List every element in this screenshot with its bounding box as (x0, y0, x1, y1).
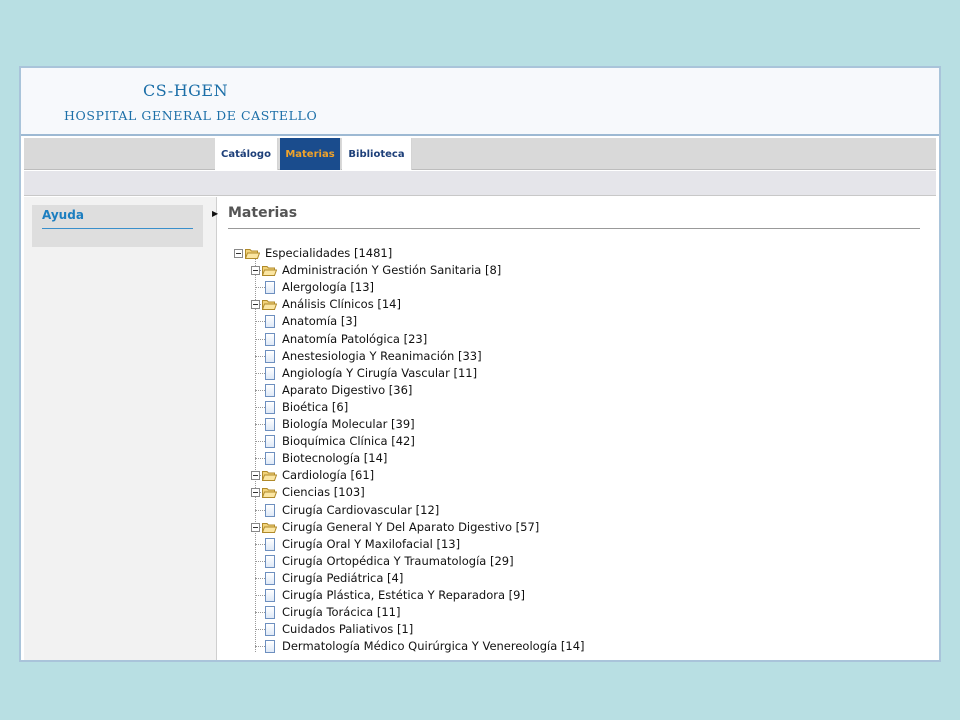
tree-item-label: Aparato Digestivo [36] (282, 382, 413, 397)
tree-item-label: Administración Y Gestión Sanitaria [8] (282, 263, 502, 278)
tree-item-label: Análisis Clínicos [14] (282, 297, 401, 312)
tree-line (255, 355, 265, 357)
help-divider (42, 228, 193, 229)
collapse-icon[interactable] (251, 488, 260, 498)
collapse-icon[interactable] (251, 471, 260, 481)
sidebar: Ayuda (24, 197, 217, 660)
tree-item-label: Bioética [6] (282, 399, 349, 414)
document-icon (265, 366, 275, 380)
tree-line (255, 424, 265, 425)
document-icon (265, 435, 275, 449)
tree-item-label: Cardiología [61] (282, 468, 375, 483)
document-icon (265, 418, 275, 431)
tree-line (255, 543, 265, 545)
tree-item-label: Angiología Y Cirugía Vascular [11] (282, 365, 478, 380)
tab-biblioteca[interactable]: Biblioteca (342, 138, 412, 170)
collapse-icon[interactable] (251, 266, 260, 276)
collapse-icon[interactable] (251, 300, 260, 310)
tree-line (255, 458, 265, 460)
tree-line (255, 259, 256, 653)
collapse-icon[interactable] (234, 249, 243, 258)
collapse-icon[interactable] (251, 522, 260, 532)
tree-item-label: Cirugía Torácica [11] (282, 605, 401, 620)
document-icon (265, 315, 275, 329)
tree-item-label: Anatomía [3] (282, 314, 358, 329)
tab-bar: Catálogo Materias Biblioteca (24, 138, 936, 170)
document-icon (265, 281, 275, 295)
site-header: CS-HGEN HOSPITAL GENERAL DE CASTELLO (21, 68, 939, 136)
document-icon (265, 537, 275, 551)
folder-open-icon (245, 249, 260, 259)
title-divider (228, 228, 920, 229)
document-icon (265, 400, 275, 414)
tree-item-label: Ciencias [103] (282, 485, 365, 500)
tree-line (255, 321, 265, 323)
tree-item-label: Biología Molecular [39] (282, 417, 415, 431)
help-box: Ayuda (32, 205, 203, 247)
folder-open-icon (262, 300, 277, 311)
document-icon (265, 332, 275, 346)
help-link[interactable]: Ayuda (42, 208, 84, 222)
tree-item-label: Alergología [13] (282, 280, 375, 295)
document-icon (265, 640, 275, 654)
tree-line (255, 509, 265, 511)
tree-item-label: Anatomía Patológica [23] (282, 331, 428, 346)
tree-item-label: Cirugía Oral Y Maxilofacial [13] (282, 536, 461, 551)
document-icon (265, 589, 275, 602)
tree-line (255, 372, 265, 374)
tree-line (255, 595, 265, 596)
site-subtitle: HOSPITAL GENERAL DE CASTELLO (64, 108, 318, 123)
site-title: CS-HGEN (143, 81, 229, 100)
folder-open-icon (262, 488, 277, 499)
tree-item-label: Cirugía General Y Del Aparato Digestivo … (282, 519, 540, 534)
document-icon (265, 452, 275, 466)
tree-item-label: Bioquímica Clínica [42] (282, 434, 415, 449)
document-icon (265, 571, 275, 585)
tree-item-label: Dermatología Médico Quirúrgica Y Venereo… (282, 639, 585, 654)
app-frame: CS-HGEN HOSPITAL GENERAL DE CASTELLO Cat… (19, 66, 941, 662)
document-icon (265, 349, 275, 363)
tree-line (255, 646, 265, 648)
tree-line (255, 560, 265, 562)
folder-open-icon (262, 471, 277, 482)
tree-line (255, 612, 265, 614)
tree-line (255, 389, 265, 391)
tree-item-label: Biotecnología [14] (282, 451, 388, 466)
tree-line (255, 629, 265, 631)
folder-open-icon (262, 522, 277, 533)
folder-open-icon (262, 266, 277, 277)
tree-line (255, 577, 265, 579)
document-icon (265, 554, 275, 568)
main-content: Materias Especialidades [1481] Administra… (218, 197, 936, 660)
tree-item-label: Cirugía Ortopédica Y Traumatología [29] (282, 553, 514, 568)
tree-line (255, 406, 265, 408)
tree-line (255, 287, 265, 289)
tree-item-label: Cuidados Paliativos [1] (282, 622, 414, 637)
document-icon (265, 606, 275, 620)
tree-root-label: Especialidades [1481] (265, 246, 393, 260)
tab-materias[interactable]: Materias (280, 138, 341, 170)
sub-toolbar (24, 171, 936, 196)
tree-line (255, 338, 265, 340)
page-title: Materias (228, 205, 298, 221)
document-icon (265, 503, 275, 517)
tree-item-label: Cirugía Plástica, Estética Y Reparadora … (282, 588, 525, 602)
tab-catalogo[interactable]: Catálogo (215, 138, 278, 170)
tree-line (255, 441, 265, 443)
tree-item-label: Cirugía Cardiovascular [12] (282, 502, 440, 517)
tree-item-label: Cirugía Pediátrica [4] (282, 570, 404, 585)
tree-item-label: Anestesiologia Y Reanimación [33] (282, 348, 482, 363)
document-icon (265, 623, 275, 637)
document-icon (265, 383, 275, 397)
